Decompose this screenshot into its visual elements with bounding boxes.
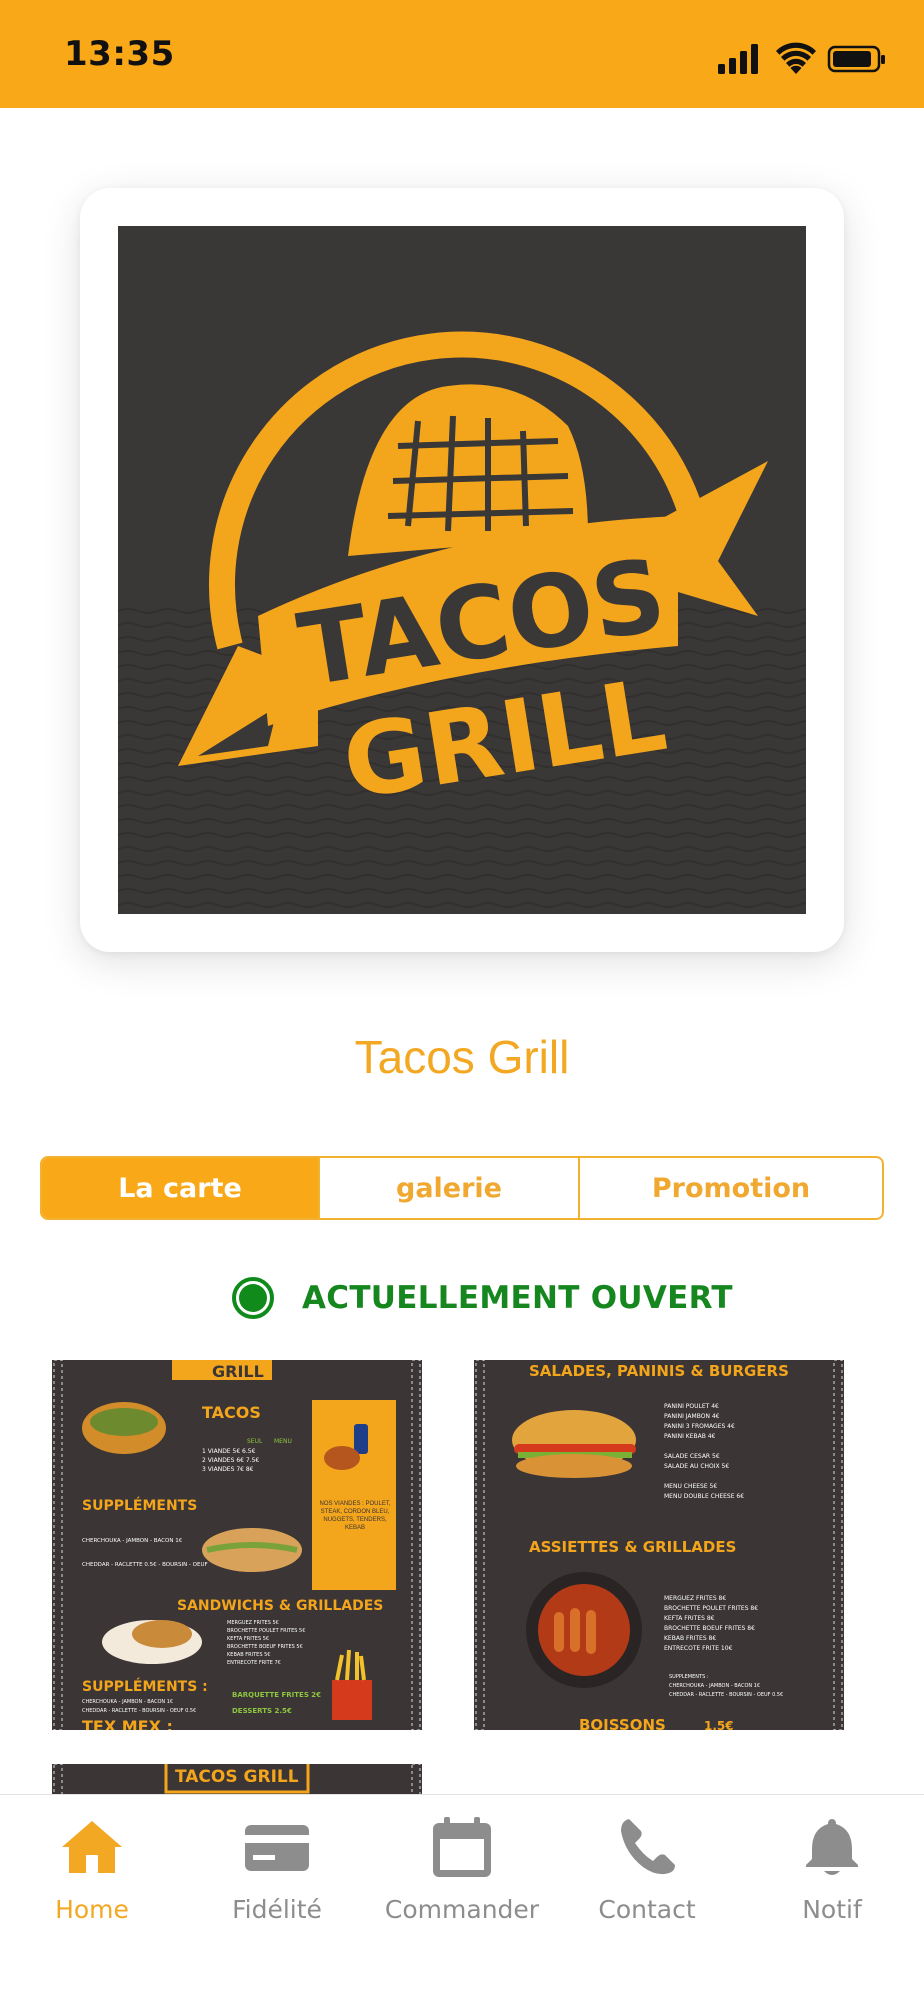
svg-text:MENU: MENU [274,1438,292,1445]
restaurant-name: Tacos Grill [354,1031,570,1083]
svg-text:PANINI JAMBON 4€: PANINI JAMBON 4€ [664,1413,720,1420]
svg-text:CHEDDAR - RACLETTE - BOURSIN -: CHEDDAR - RACLETTE - BOURSIN - OEUF 0.5€ [669,1692,783,1698]
battery-icon [827,45,885,73]
open-status: ACTUELLEMENT OUVERT [232,1274,733,1322]
svg-text:SALADE CESAR 5€: SALADE CESAR 5€ [664,1453,720,1460]
nav-commander[interactable]: Commander [370,1815,554,1924]
segment-tabs: La carte galerie Promotion [40,1156,884,1220]
menu2-section2: ASSIETTES & GRILLADES [529,1538,736,1556]
svg-text:BROCHETTE POULET FRITES 8€: BROCHETTE POULET FRITES 8€ [664,1605,758,1612]
nav-home[interactable]: Home [0,1815,184,1924]
svg-text:KEBAB FRITES 5€: KEBAB FRITES 5€ [227,1652,270,1658]
svg-text:1 VIANDE 5€ 6.5€: 1 VIANDE 5€ 6.5€ [202,1448,256,1455]
bottom-nav: Home Fidélité Commander Contact Notif [0,1794,924,2000]
svg-text:CHERCHOUKA - JAMBON - BACON 1: CHERCHOUKA - JAMBON - BACON 1€ [82,1538,183,1544]
restaurant-logo: TACOS GRILL [118,226,806,914]
menu1-section2: SUPPLÉMENTS [82,1497,197,1514]
svg-text:MENU DOUBLE CHEESE 6€: MENU DOUBLE CHEESE 6€ [664,1493,744,1500]
svg-text:3 VIANDES 7€ 8€: 3 VIANDES 7€ 8€ [202,1466,254,1473]
status-icons [718,42,885,74]
menu1-header: GRILL [212,1362,264,1381]
bell-icon [806,1819,858,1875]
svg-text:CHEDDAR - RACLETTE 0.5€ - BOU: CHEDDAR - RACLETTE 0.5€ - BOURSIN - OEUF [82,1562,208,1568]
calendar-icon [433,1817,491,1877]
open-status-icon [232,1277,274,1319]
menu1-section4: SUPPLÉMENTS : [82,1678,208,1695]
status-bar: 13:35 [0,0,924,108]
home-icon [62,1821,122,1873]
status-time: 13:35 [64,34,175,74]
menu2-section3: BOISSONS [579,1716,666,1730]
nav-contact-label: Contact [598,1895,696,1924]
svg-text:BROCHETTE BOEUF FRITES 8€: BROCHETTE BOEUF FRITES 8€ [664,1625,755,1632]
svg-text:KEFTA FRITES 5€: KEFTA FRITES 5€ [227,1636,269,1642]
nav-commander-label: Commander [384,1895,540,1924]
nav-fidelite-label: Fidélité [232,1895,322,1924]
menu-image-salades[interactable]: SALADES, PANINIS & BURGERS PANINI POULET… [474,1360,844,1730]
svg-text:2 VIANDES 6€ 7.5€: 2 VIANDES 6€ 7.5€ [202,1457,259,1464]
svg-text:BARQUETTE FRITES 2€: BARQUETTE FRITES 2€ [232,1691,321,1699]
svg-text:SUPPLEMENTS :: SUPPLEMENTS : [669,1674,709,1680]
svg-text:CHERCHOUKA - JAMBON - BACON 1: CHERCHOUKA - JAMBON - BACON 1€ [82,1699,173,1705]
nav-home-label: Home [55,1895,129,1924]
nav-notif[interactable]: Notif [740,1815,924,1924]
nav-fidelite[interactable]: Fidélité [185,1815,369,1924]
svg-text:1.5€: 1.5€ [704,1719,734,1730]
svg-text:SALADE AU CHOIX 5€: SALADE AU CHOIX 5€ [664,1463,729,1470]
phone-icon [621,1819,675,1875]
wifi-icon [776,42,816,74]
svg-text:MERGUEZ FRITES 8€: MERGUEZ FRITES 8€ [664,1595,726,1602]
svg-text:BROCHETTE BOEUF FRITES 5€: BROCHETTE BOEUF FRITES 5€ [227,1644,303,1650]
nav-contact[interactable]: Contact [555,1815,739,1924]
svg-text:PANINI POULET 4€: PANINI POULET 4€ [664,1403,719,1410]
menu2-title: SALADES, PANINIS & BURGERS [529,1362,789,1380]
svg-text:ENTRECOTE FRITE 10€: ENTRECOTE FRITE 10€ [664,1645,733,1652]
signal-icon [718,44,758,74]
tab-la-carte[interactable]: La carte [42,1158,318,1218]
svg-text:MERGUEZ FRITES 5€: MERGUEZ FRITES 5€ [227,1620,279,1626]
svg-text:KEFTA FRITES 8€: KEFTA FRITES 8€ [664,1615,715,1622]
svg-text:CHEDDAR - RACLETTE - BOURSIN -: CHEDDAR - RACLETTE - BOURSIN - OEUF 0.5€ [82,1708,196,1714]
svg-text:CHERCHOUKA - JAMBON - BACON 1: CHERCHOUKA - JAMBON - BACON 1€ [669,1683,760,1689]
menu-image-tacos[interactable]: GRILL TACOS SEUL MENU 1 VIANDE 5€ 6.5€ 2… [52,1360,422,1730]
svg-text:TEX MEX :: TEX MEX : [82,1717,173,1730]
svg-text:SEUL: SEUL [247,1438,263,1445]
menu1-section3: SANDWICHS & GRILLADES [177,1598,383,1614]
svg-text:BROCHETTE POULET FRITES 5€: BROCHETTE POULET FRITES 5€ [227,1628,305,1634]
nav-notif-label: Notif [802,1895,862,1924]
open-status-label: ACTUELLEMENT OUVERT [302,1280,733,1316]
svg-text:MENU CHEESE 5€: MENU CHEESE 5€ [664,1483,717,1490]
svg-text:PANINI 3 FROMAGES 4€: PANINI 3 FROMAGES 4€ [664,1423,735,1430]
svg-text:DESSERTS 2.5€: DESSERTS 2.5€ [232,1707,292,1715]
tab-galerie[interactable]: galerie [318,1158,578,1218]
svg-text:ENTRECOTE FRITE 7€: ENTRECOTE FRITE 7€ [227,1660,281,1666]
tab-promotion[interactable]: Promotion [578,1158,882,1218]
card-icon [245,1825,309,1871]
menu1-title: TACOS [202,1403,261,1422]
svg-text:KEBAB FRITES 8€: KEBAB FRITES 8€ [664,1635,716,1642]
menu3-header: TACOS GRILL [175,1767,299,1787]
svg-text:PANINI KEBAB 4€: PANINI KEBAB 4€ [664,1433,716,1440]
logo-card: TACOS GRILL [80,188,844,952]
